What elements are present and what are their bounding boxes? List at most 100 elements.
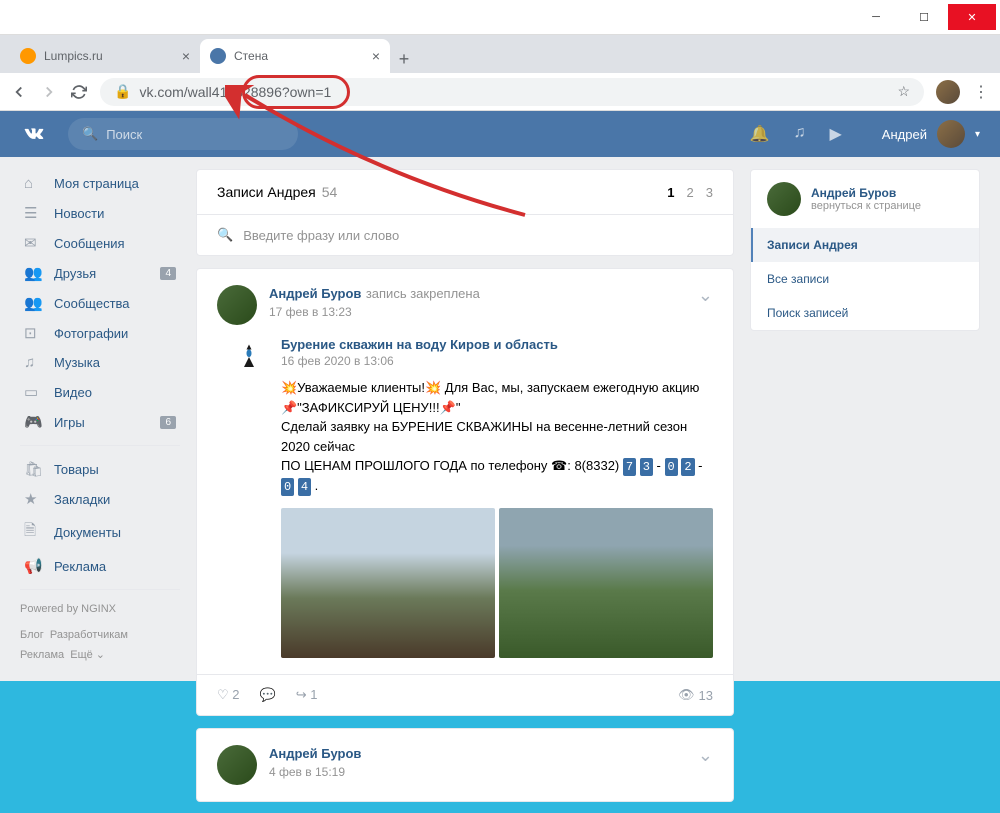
post-avatar[interactable] xyxy=(217,285,257,325)
sidebar-label: Реклама xyxy=(54,559,106,574)
profile-avatar[interactable] xyxy=(767,182,801,216)
right-sidebar: Андрей Буров вернуться к странице Записи… xyxy=(750,169,980,802)
sidebar-label: Товары xyxy=(54,462,99,477)
share-button[interactable]: ↪ 1 xyxy=(296,687,318,703)
sidebar-label: Документы xyxy=(54,525,121,540)
news-icon: ☰ xyxy=(24,204,44,222)
tab-lumpics[interactable]: Lumpics.ru × xyxy=(10,39,200,73)
tab-label: Стена xyxy=(234,49,268,63)
like-button[interactable]: ♡ 2 xyxy=(217,687,240,703)
search-icon: 🔍 xyxy=(217,227,233,243)
sidebar-label: Новости xyxy=(54,206,104,221)
sidebar-item-bookmarks[interactable]: ★ Закладки xyxy=(20,484,180,514)
sidebar-item-news[interactable]: ☰ Новости xyxy=(20,198,180,228)
sidebar-item-market[interactable]: 🛍Товары xyxy=(20,454,180,484)
new-tab-button[interactable]: + xyxy=(390,45,418,73)
favicon-icon xyxy=(20,48,36,64)
sidebar-label: Сообщения xyxy=(54,236,125,251)
star-icon[interactable]: ☆ xyxy=(897,83,910,100)
link-more[interactable]: Ещё ⌄ xyxy=(70,649,105,661)
window-titlebar: ─ ☐ ✕ xyxy=(0,0,1000,35)
search-icon: 🔍 xyxy=(82,126,98,142)
sidebar-item-photos[interactable]: ⊡Фотографии xyxy=(20,318,180,348)
photo-1[interactable] xyxy=(281,508,495,658)
page-3[interactable]: 3 xyxy=(706,185,713,200)
friends-icon: 👥 xyxy=(24,264,44,282)
close-button[interactable]: ✕ xyxy=(948,4,996,30)
post-date: 17 фев в 13:23 xyxy=(269,305,686,319)
vk-search-input[interactable]: 🔍 Поиск xyxy=(68,118,298,150)
menu-button[interactable]: ⋮ xyxy=(972,83,990,101)
sidebar-item-friends[interactable]: 👥Друзья4 xyxy=(20,258,180,288)
url-input[interactable]: 🔒 vk.com/wall413828896?own=1 ☆ xyxy=(100,78,924,106)
pagination: 1 2 3 xyxy=(667,185,713,200)
tab-strip: Lumpics.ru × Стена × + xyxy=(0,35,1000,73)
link-blog[interactable]: Блог xyxy=(20,629,44,641)
repost-logo[interactable] xyxy=(229,337,269,377)
sidebar-item-ads[interactable]: 📢Реклама xyxy=(20,551,180,581)
post-menu-icon[interactable]: ⌄ xyxy=(698,745,713,766)
badge: 4 xyxy=(160,267,176,280)
messages-icon: ✉ xyxy=(24,234,44,252)
placeholder: Введите фразу или слово xyxy=(243,228,399,243)
photo-2[interactable] xyxy=(499,508,713,658)
star-icon: ★ xyxy=(24,490,44,508)
post-author[interactable]: Андрей Буров xyxy=(269,286,361,301)
vk-user-menu[interactable]: Андрей ▾ xyxy=(882,120,980,148)
sidebar-item-profile[interactable]: ⌂ Моя страница xyxy=(20,169,180,198)
vk-logo[interactable] xyxy=(20,120,48,148)
back-button[interactable] xyxy=(10,83,28,101)
sidebar-item-video[interactable]: ▭Видео xyxy=(20,377,180,407)
sidebar-item-groups[interactable]: 👥 Сообщества xyxy=(20,288,180,318)
tab-label: Lumpics.ru xyxy=(44,49,103,63)
sidebar-label: Музыка xyxy=(54,355,100,370)
sidebar-item-games[interactable]: 🎮Игры6 xyxy=(20,407,180,437)
profile-avatar[interactable] xyxy=(936,80,960,104)
maximize-button[interactable]: ☐ xyxy=(900,4,948,30)
comment-button[interactable]: 💬 xyxy=(260,687,276,703)
groups-icon: 👥 xyxy=(24,294,44,312)
sidebar-label: Моя страница xyxy=(54,176,139,191)
photos-icon: ⊡ xyxy=(24,324,44,342)
post-author[interactable]: Андрей Буров xyxy=(269,746,361,761)
url-text: vk.com/wall413828896?own=1 xyxy=(139,84,331,100)
wall-title: Записи Андрея54 xyxy=(217,184,337,200)
video-icon[interactable]: ▶ xyxy=(829,124,841,144)
sidebar-item-music[interactable]: ♫Музыка xyxy=(20,348,180,377)
wall-search-input[interactable]: 🔍 Введите фразу или слово xyxy=(197,214,733,255)
home-icon: ⌂ xyxy=(24,175,44,192)
sidebar-item-messages[interactable]: ✉ Сообщения xyxy=(20,228,180,258)
lock-icon: 🔒 xyxy=(114,83,131,100)
page-2[interactable]: 2 xyxy=(687,185,694,200)
post-text: 💥Уважаемые клиенты!💥 Для Вас, мы, запуск… xyxy=(281,378,713,496)
back-link[interactable]: вернуться к странице xyxy=(811,200,921,212)
link-ads[interactable]: Реклама xyxy=(20,649,64,661)
vk-header: 🔍 Поиск 🔔 ♫ ▶ Андрей ▾ xyxy=(0,111,1000,157)
page-1[interactable]: 1 xyxy=(667,185,674,200)
filter-all-posts[interactable]: Все записи xyxy=(751,262,979,296)
chevron-down-icon: ▾ xyxy=(975,129,980,140)
sidebar-label: Закладки xyxy=(54,492,110,507)
minimize-button[interactable]: ─ xyxy=(852,4,900,30)
wall-header-card: Записи Андрея54 1 2 3 🔍 Введите фразу ил… xyxy=(196,169,734,256)
sidebar-footer: Powered by NGINX Блог Разработчикам Рекл… xyxy=(20,600,180,665)
address-bar: 🔒 vk.com/wall413828896?own=1 ☆ ⋮ xyxy=(0,73,1000,111)
avatar xyxy=(937,120,965,148)
forward-button[interactable] xyxy=(40,83,58,101)
post-menu-icon[interactable]: ⌄ xyxy=(698,285,713,306)
filter-search-posts[interactable]: Поиск записей xyxy=(751,296,979,330)
close-icon[interactable]: × xyxy=(182,48,190,64)
filter-own-posts[interactable]: Записи Андрея xyxy=(751,228,979,262)
music-icon[interactable]: ♫ xyxy=(793,124,805,144)
tab-vk-wall[interactable]: Стена × xyxy=(200,39,390,73)
reload-button[interactable] xyxy=(70,83,88,101)
sidebar-label: Сообщества xyxy=(54,296,130,311)
separator xyxy=(20,589,180,590)
post-avatar[interactable] xyxy=(217,745,257,785)
notifications-icon[interactable]: 🔔 xyxy=(750,124,770,144)
close-icon[interactable]: × xyxy=(372,48,380,64)
profile-name[interactable]: Андрей Буров xyxy=(811,186,921,200)
sidebar-item-docs[interactable]: 🗎Документы xyxy=(20,514,180,551)
repost-title[interactable]: Бурение скважин на воду Киров и область xyxy=(281,337,713,352)
link-dev[interactable]: Разработчикам xyxy=(50,629,128,641)
